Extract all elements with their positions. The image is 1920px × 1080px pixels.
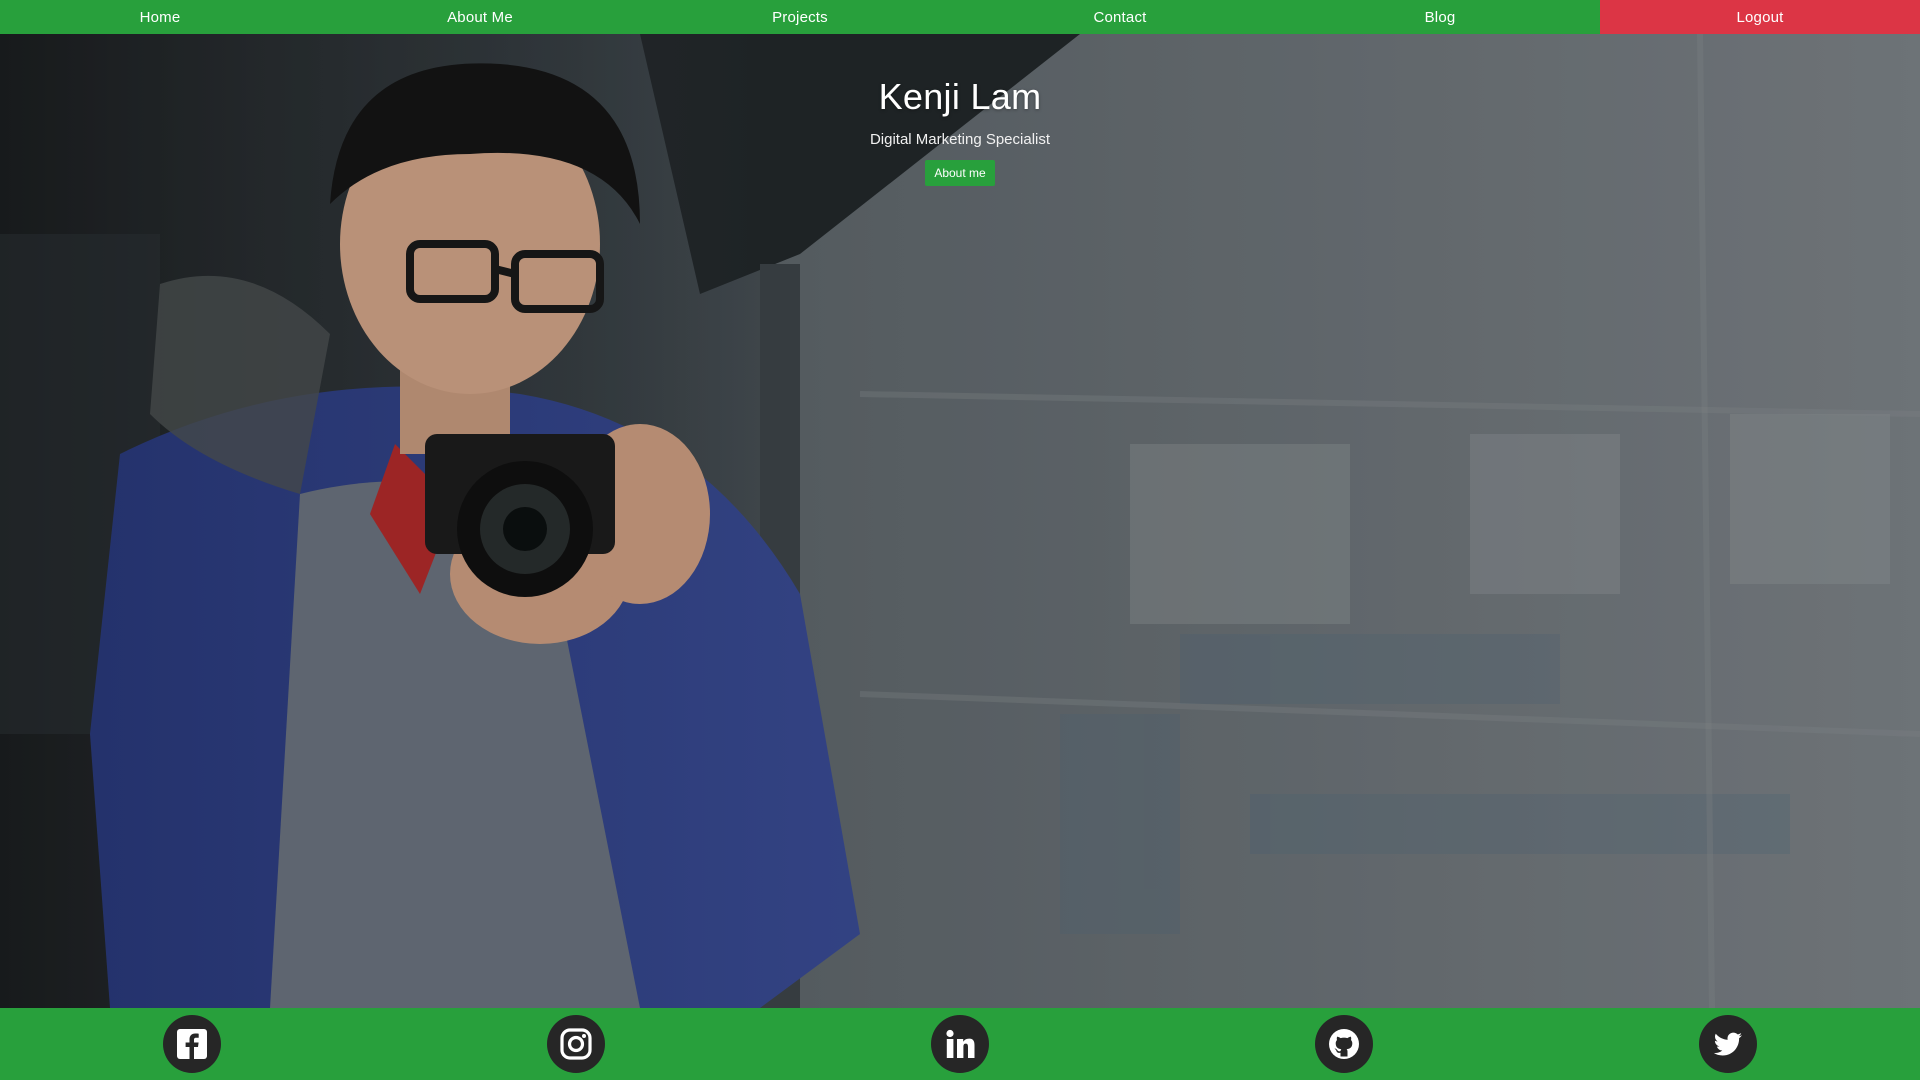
github-icon (1329, 1029, 1359, 1059)
social-slot-facebook (0, 1008, 384, 1080)
about-me-button[interactable]: About me (925, 160, 995, 186)
hero-content: Kenji Lam Digital Marketing Specialist A… (0, 76, 1920, 186)
instagram-link[interactable] (547, 1015, 605, 1073)
facebook-icon (177, 1029, 207, 1059)
top-navigation: Home About Me Projects Contact Blog Logo… (0, 0, 1920, 34)
social-slot-linkedin (768, 1008, 1152, 1080)
github-link[interactable] (1315, 1015, 1373, 1073)
social-slot-twitter (1536, 1008, 1920, 1080)
facebook-link[interactable] (163, 1015, 221, 1073)
twitter-icon (1713, 1032, 1742, 1056)
nav-home-link[interactable]: Home (0, 0, 320, 34)
social-footer (0, 1008, 1920, 1080)
instagram-icon (560, 1028, 592, 1060)
nav-projects-link[interactable]: Projects (640, 0, 960, 34)
logout-button[interactable]: Logout (1600, 0, 1920, 34)
hero-subtitle: Digital Marketing Specialist (869, 131, 1051, 148)
social-slot-instagram (384, 1008, 768, 1080)
twitter-link[interactable] (1699, 1015, 1757, 1073)
hero-name: Kenji Lam (878, 76, 1042, 117)
social-slot-github (1152, 1008, 1536, 1080)
linkedin-icon (946, 1029, 975, 1058)
hero-section: Kenji Lam Digital Marketing Specialist A… (0, 34, 1920, 1008)
nav-about-me-link[interactable]: About Me (320, 0, 640, 34)
nav-contact-link[interactable]: Contact (960, 0, 1280, 34)
linkedin-link[interactable] (931, 1015, 989, 1073)
nav-blog-link[interactable]: Blog (1280, 0, 1600, 34)
